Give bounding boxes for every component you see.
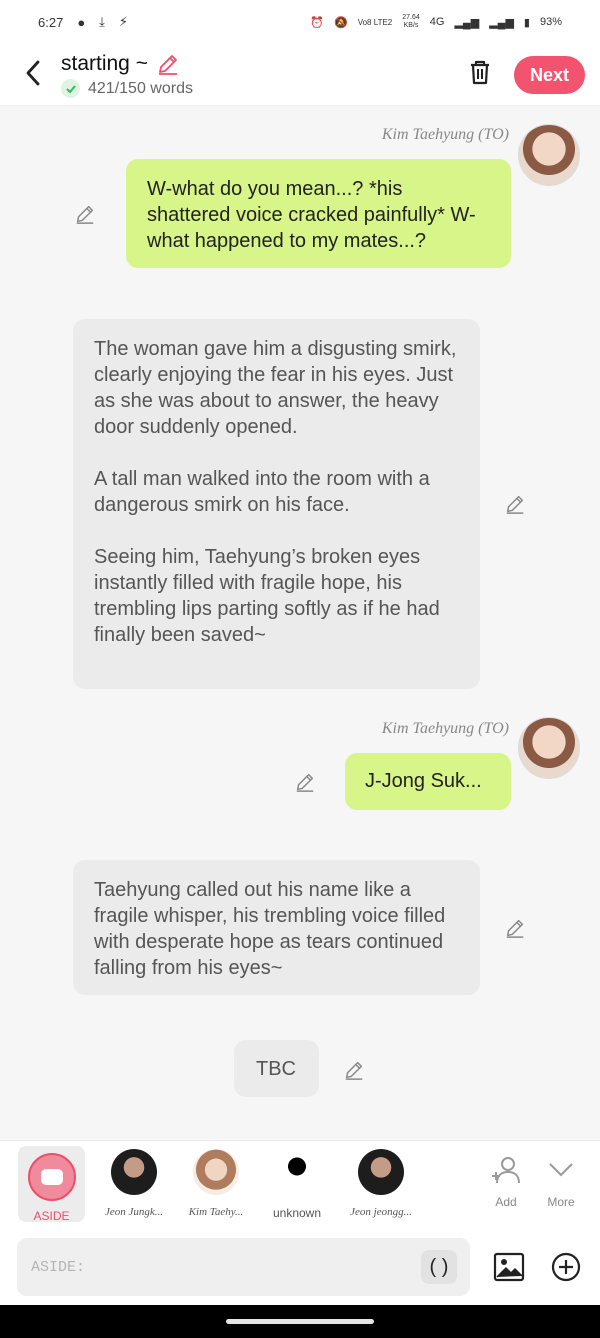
input-bar: ( ): [0, 1229, 600, 1305]
message-bubble[interactable]: J-Jong Suk...: [345, 753, 511, 810]
edit-message-icon[interactable]: [74, 203, 96, 225]
narration-bubble[interactable]: Taehyung called out his name like a frag…: [73, 860, 480, 995]
avatar: [274, 1149, 320, 1195]
network-label: 4G: [429, 16, 445, 28]
avatar[interactable]: [518, 717, 580, 779]
story-header: starting ~ 421/150 words Next: [0, 44, 600, 106]
edit-title-icon[interactable]: [156, 52, 180, 76]
more-label: More: [547, 1195, 575, 1209]
character-name: Kim Taehy...: [188, 1206, 244, 1218]
chevron-down-icon: [549, 1163, 573, 1177]
character-kim-taehyung[interactable]: Kim Taehy...: [176, 1149, 256, 1218]
signal-icon: ▂▄▆: [454, 16, 480, 29]
status-time: 6:27: [38, 14, 64, 30]
plus-icon[interactable]: [550, 1251, 582, 1283]
add-character-button[interactable]: Add: [481, 1155, 531, 1209]
message-bubble[interactable]: W-what do you mean...? *his shattered vo…: [126, 159, 511, 268]
speaker-name: Kim Taehyung (TO): [381, 126, 509, 143]
download-icon: ⤓: [99, 14, 105, 29]
more-button[interactable]: More: [536, 1155, 586, 1209]
page-title-row[interactable]: starting ~: [61, 52, 180, 76]
signal-icon-2: ▂▄▆: [489, 16, 514, 29]
narration-bubble[interactable]: The woman gave him a disgusting smirk, c…: [73, 319, 480, 689]
message-input-box: ( ): [17, 1238, 470, 1296]
parenthesis-button[interactable]: ( ): [421, 1250, 457, 1284]
message-input[interactable]: [31, 1238, 411, 1296]
avatar[interactable]: [518, 124, 580, 186]
speaker-name: Kim Taehyung (TO): [381, 720, 509, 737]
battery-percent: 93%: [539, 16, 562, 28]
check-icon: [61, 79, 80, 98]
message-icon: ●: [77, 14, 86, 30]
narration-bubble[interactable]: TBC: [234, 1040, 319, 1097]
add-user-icon: [492, 1157, 520, 1184]
trash-icon[interactable]: [464, 56, 496, 88]
edit-message-icon[interactable]: [504, 917, 526, 939]
edit-message-icon[interactable]: [504, 493, 526, 515]
volte-badge: Vo8 LTE2: [357, 17, 393, 27]
mute-icon: 🔕: [334, 16, 348, 29]
character-name: unknown: [272, 1206, 322, 1220]
add-label: Add: [495, 1195, 517, 1209]
word-count-text: 421/150 words: [88, 79, 193, 97]
character-bar: ASIDE Jeon Jungk... Kim Taehy... unknown…: [0, 1140, 600, 1229]
avatar: [358, 1149, 404, 1195]
status-bar: 6:27 ● ⤓ ⚡ ⏰ 🔕 Vo8 LTE2 27.64 KB/s 4G ▂▄…: [0, 0, 600, 44]
system-nav-bar: [0, 1305, 600, 1338]
aside-button[interactable]: ASIDE: [18, 1146, 85, 1223]
back-button[interactable]: [18, 56, 48, 90]
page-title: starting ~: [61, 52, 148, 75]
character-jeon-jungkook[interactable]: Jeon Jungk...: [94, 1149, 174, 1218]
image-icon[interactable]: [493, 1251, 525, 1283]
edit-message-icon[interactable]: [343, 1059, 365, 1081]
avatar: [111, 1149, 157, 1195]
next-button[interactable]: Next: [514, 56, 585, 94]
character-name: Jeon Jungk...: [104, 1206, 164, 1218]
aside-label: ASIDE: [33, 1209, 70, 1223]
speed-value: 27.64: [402, 14, 420, 21]
character-jeon-jeonggook[interactable]: Jeon jeongg...: [341, 1149, 421, 1218]
chevron-left-icon: [26, 60, 40, 86]
avatar: [193, 1149, 239, 1195]
alarm-icon: ⏰: [310, 16, 324, 29]
aside-icon: [28, 1153, 76, 1201]
character-unknown[interactable]: unknown: [257, 1149, 337, 1220]
word-count: 421/150 words: [61, 79, 193, 98]
edit-message-icon[interactable]: [294, 771, 316, 793]
character-name: Jeon jeongg...: [350, 1206, 412, 1218]
battery-icon: ▮: [523, 16, 530, 29]
speed-unit: KB/s: [403, 22, 419, 29]
bolt-icon: ⚡: [118, 14, 129, 29]
home-indicator[interactable]: [226, 1319, 374, 1324]
